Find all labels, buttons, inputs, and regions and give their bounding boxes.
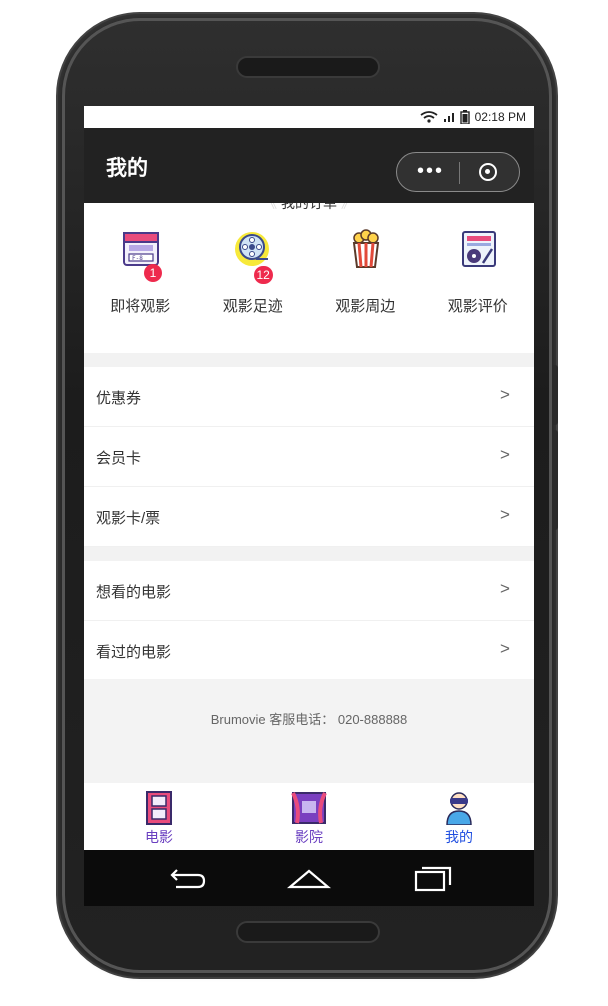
navigation-bar: 我的 ••• <box>84 128 534 203</box>
power-button[interactable] <box>552 430 558 530</box>
theater-icon <box>291 792 327 824</box>
customer-service-phone: Brumovie 客服电话： 020-888888 <box>210 712 408 727</box>
menu-movie-cards-label: 观影卡/票 <box>96 510 161 527</box>
film-reel-icon <box>234 232 269 266</box>
volume-button[interactable] <box>552 365 558 425</box>
tab-movies-label: 电影 <box>145 829 173 845</box>
film-strip-icon <box>146 791 172 825</box>
wifi-icon <box>420 111 438 123</box>
status-time: 02:18 PM <box>474 110 526 124</box>
order-history[interactable]: 12 观影足迹 <box>197 229 310 319</box>
order-upcoming[interactable]: F-8 1 即将观影 <box>84 229 197 319</box>
status-bar: 02:18 PM <box>84 106 534 128</box>
popcorn-icon <box>352 229 380 268</box>
order-review-label: 观影评价 <box>447 298 508 315</box>
section-gap <box>84 353 534 367</box>
earpiece-speaker <box>238 58 378 76</box>
svg-text:F-8: F-8 <box>132 255 143 262</box>
content-area: 《 我的订单 》 F-8 1 即将观影 12 观影足迹 观影周边 观影评价 优惠… <box>84 203 534 783</box>
menu-watched[interactable]: 看过的电影 > <box>84 621 534 681</box>
menu-want-label: 想看的电影 <box>96 584 172 601</box>
footer-area: Brumovie 客服电话： 020-888888 <box>84 679 534 783</box>
tab-movies[interactable]: 电影 <box>84 783 234 850</box>
android-navigation-bar <box>84 850 534 906</box>
more-icon[interactable]: ••• <box>417 161 444 181</box>
battery-icon <box>459 110 470 124</box>
menu-watched-label: 看过的电影 <box>96 644 172 661</box>
chevron-right-icon: > <box>500 385 510 404</box>
section-gap <box>84 547 534 561</box>
chevron-right-icon: > <box>500 639 510 658</box>
tab-cinemas[interactable]: 影院 <box>234 783 384 850</box>
order-upcoming-label: 即将观影 <box>110 298 171 315</box>
chevron-right-icon: > <box>500 445 510 464</box>
tab-mine-label: 我的 <box>445 829 473 845</box>
close-target-icon[interactable] <box>479 163 497 181</box>
mini-program-capsule: ••• <box>396 152 520 192</box>
order-merch[interactable]: 观影周边 <box>309 229 422 319</box>
review-notebook-icon <box>461 231 496 267</box>
capsule-divider <box>459 162 460 184</box>
order-merch-label: 观影周边 <box>335 298 396 315</box>
page-title: 我的 <box>106 157 148 180</box>
orders-row: F-8 1 即将观影 12 观影足迹 观影周边 观影评价 <box>84 229 534 319</box>
calendar-ticket-icon: F-8 <box>123 232 159 266</box>
chevron-right-icon: > <box>500 579 510 598</box>
menu-coupons[interactable]: 优惠券 > <box>84 367 534 427</box>
signal-icon <box>443 113 454 122</box>
order-review[interactable]: 观影评价 <box>422 229 535 319</box>
user-vr-icon <box>446 792 472 825</box>
tab-cinemas-label: 影院 <box>295 829 323 845</box>
bottom-speaker <box>238 923 378 941</box>
orders-header-label: 我的订单 <box>281 203 337 211</box>
orders-header: 《 我的订单 》 <box>84 203 534 213</box>
menu-membership-card[interactable]: 会员卡 > <box>84 427 534 487</box>
phone-screen: 02:18 PM 我的 ••• 《 我的订单 》 F-8 1 即将观影 12 观… <box>84 106 534 906</box>
history-badge: 12 <box>253 266 273 284</box>
menu-coupons-label: 优惠券 <box>96 390 142 407</box>
chevron-right-icon: > <box>500 505 510 524</box>
recent-apps-icon[interactable] <box>410 863 456 893</box>
menu-want-to-watch[interactable]: 想看的电影 > <box>84 561 534 621</box>
tab-mine[interactable]: 我的 <box>384 783 534 850</box>
menu-membership-label: 会员卡 <box>96 450 142 467</box>
back-icon[interactable] <box>162 863 208 893</box>
upcoming-badge: 1 <box>144 264 162 282</box>
home-icon[interactable] <box>286 863 332 893</box>
tab-bar: 电影 影院 我的 <box>84 783 534 850</box>
menu-movie-cards[interactable]: 观影卡/票 > <box>84 487 534 547</box>
order-history-label: 观影足迹 <box>222 298 283 315</box>
